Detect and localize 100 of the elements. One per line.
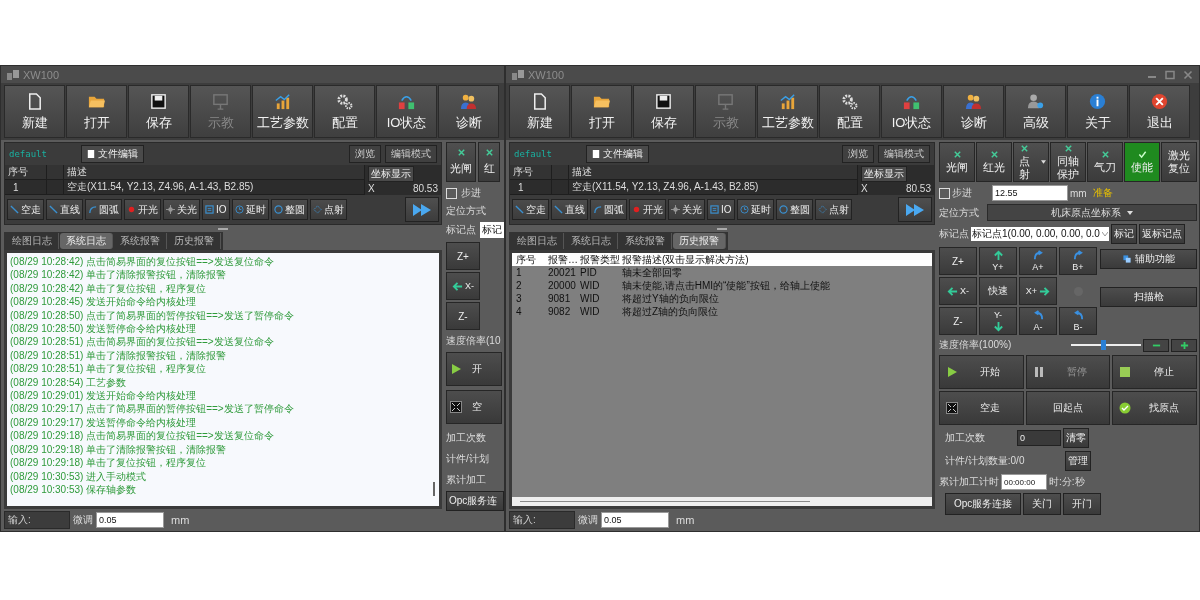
edit-mode-button[interactable]: 编辑模式 (878, 145, 930, 163)
splitter-handle[interactable] (717, 227, 727, 230)
command-button[interactable]: 延时 (231, 199, 269, 220)
jog-button[interactable]: 快速 (979, 277, 1017, 305)
toolbar-button[interactable]: 工艺参数 (757, 85, 818, 138)
scrollbar[interactable] (512, 497, 932, 506)
tab[interactable]: 系统报警 (114, 233, 167, 249)
manage-button[interactable]: 管理 (1065, 451, 1091, 471)
step-field[interactable]: 12.55 (992, 185, 1068, 201)
mark-button[interactable]: 返标记点 (1138, 224, 1185, 244)
toolbar-button[interactable]: 诊断 (943, 85, 1004, 138)
coordinate-display-button[interactable]: 坐标显示 (861, 166, 907, 182)
toolbar-button[interactable]: 新建 (509, 85, 570, 138)
toggle-button[interactable]: 红光 (976, 142, 1012, 182)
jog-button[interactable]: Z+ (939, 247, 977, 275)
command-button[interactable]: IO (202, 199, 230, 220)
action-button[interactable]: 开始 (939, 355, 1024, 389)
checkbox[interactable] (939, 187, 950, 199)
tab[interactable]: 历史报警 (673, 233, 726, 249)
jog-button[interactable]: A- (1019, 307, 1057, 335)
toolbar-button[interactable]: IO状态 (376, 85, 437, 138)
command-button[interactable]: 延时 (736, 199, 774, 220)
toolbar-button[interactable]: IO状态 (881, 85, 942, 138)
jog-button[interactable]: Z+ (446, 242, 480, 270)
command-button[interactable]: 整圆 (270, 199, 308, 220)
toggle-button[interactable]: 光闸 (446, 142, 476, 182)
browse-button[interactable]: 浏览 (842, 145, 874, 163)
jog-button[interactable]: Y+ (979, 247, 1017, 275)
action-button[interactable]: 空走 (939, 391, 1024, 425)
close-icon[interactable] (1183, 69, 1193, 80)
aux-button[interactable]: 辅助功能 (1100, 249, 1197, 269)
command-button[interactable]: 点射 (814, 199, 852, 220)
jog-button[interactable]: A+ (1019, 247, 1057, 275)
toggle-button[interactable]: 红 (478, 142, 500, 182)
jog-button[interactable]: B- (1059, 307, 1097, 335)
action-button[interactable]: 开 (446, 352, 502, 386)
action-button[interactable]: 停止 (1112, 355, 1197, 389)
command-button[interactable]: 空走 (7, 199, 44, 220)
toolbar-button[interactable]: 保存 (128, 85, 189, 138)
door-control-button[interactable]: 关门 (1023, 493, 1062, 515)
jog-button[interactable]: B+ (1059, 247, 1097, 275)
mark-point-field[interactable]: 标记 (480, 222, 504, 238)
tab[interactable]: 系统日志 (60, 233, 113, 249)
jog-button[interactable]: Z- (446, 302, 480, 330)
tab[interactable]: 系统报警 (619, 233, 672, 249)
tab[interactable]: 绘图日志 (6, 233, 59, 249)
command-button[interactable]: 整圆 (775, 199, 813, 220)
opc-connect-button[interactable]: Opc服务连 (446, 491, 504, 511)
toolbar-button[interactable]: 打开 (571, 85, 632, 138)
door-control-button[interactable]: 开门 (1063, 493, 1102, 515)
command-button[interactable]: 圆弧 (590, 199, 627, 220)
command-button[interactable]: 直线 (551, 199, 588, 220)
toolbar-button[interactable]: 配置 (314, 85, 375, 138)
run-button[interactable] (405, 197, 439, 222)
positioning-dropdown[interactable]: 机床原点坐标系 (987, 204, 1197, 221)
jog-button[interactable]: Y- (979, 307, 1017, 335)
command-button[interactable]: 空走 (512, 199, 549, 220)
toolbar-button[interactable]: 退出 (1129, 85, 1190, 138)
toolbar-button[interactable]: 保存 (633, 85, 694, 138)
toolbar-button[interactable]: 高级 (1005, 85, 1066, 138)
jog-button[interactable]: X+ (1019, 277, 1057, 305)
fine-tune-field[interactable]: 0.05 (96, 512, 164, 528)
aux-button[interactable]: 扫描枪 (1100, 287, 1197, 307)
toolbar-button[interactable]: 工艺参数 (252, 85, 313, 138)
toggle-button[interactable]: 激光复位 (1161, 142, 1197, 182)
toggle-button[interactable]: 点射 (1013, 142, 1049, 182)
splitter-handle[interactable] (218, 227, 228, 230)
coordinate-display-button[interactable]: 坐标显示 (368, 166, 414, 182)
decrease-button[interactable] (1143, 338, 1169, 352)
command-button[interactable]: 开光 (629, 199, 666, 220)
action-button[interactable]: 空 (446, 390, 502, 424)
jog-button[interactable]: X- (939, 277, 977, 305)
mark-button[interactable]: 标记 (1110, 224, 1137, 244)
timer-field[interactable]: 00:00:00 (1001, 474, 1047, 490)
command-button[interactable]: 关光 (163, 199, 200, 220)
count-field[interactable]: 0 (1017, 430, 1061, 446)
toggle-button[interactable]: 光闸 (939, 142, 975, 182)
toolbar-button[interactable]: 配置 (819, 85, 880, 138)
action-button[interactable]: 回起点 (1025, 391, 1111, 425)
toolbar-button[interactable]: 关于 (1067, 85, 1128, 138)
command-button[interactable]: 直线 (46, 199, 83, 220)
increase-button[interactable] (1171, 338, 1197, 352)
scrollbar[interactable] (433, 482, 435, 496)
checkbox[interactable] (446, 187, 457, 199)
toolbar-button[interactable]: 新建 (4, 85, 65, 138)
command-button[interactable]: 点射 (309, 199, 347, 220)
tab[interactable]: 系统日志 (565, 233, 618, 249)
tab[interactable]: 绘图日志 (511, 233, 564, 249)
jog-button[interactable]: X- (446, 272, 480, 300)
command-button[interactable]: 开光 (124, 199, 161, 220)
fine-tune-field[interactable]: 0.05 (601, 512, 669, 528)
toggle-button[interactable]: 气刀 (1087, 142, 1123, 182)
clear-button[interactable]: 清零 (1063, 428, 1089, 448)
toolbar-button[interactable]: 打开 (66, 85, 127, 138)
door-control-button[interactable]: Opc服务连接 (945, 493, 1022, 515)
edit-mode-button[interactable]: 编辑模式 (385, 145, 437, 163)
mark-point-dropdown[interactable]: 标记点1(0.00, 0.00, 0.00, 0.0 (971, 227, 1109, 241)
action-button[interactable]: 找原点 (1112, 391, 1197, 425)
command-button[interactable]: IO (707, 199, 735, 220)
toggle-button[interactable]: 使能 (1124, 142, 1160, 182)
